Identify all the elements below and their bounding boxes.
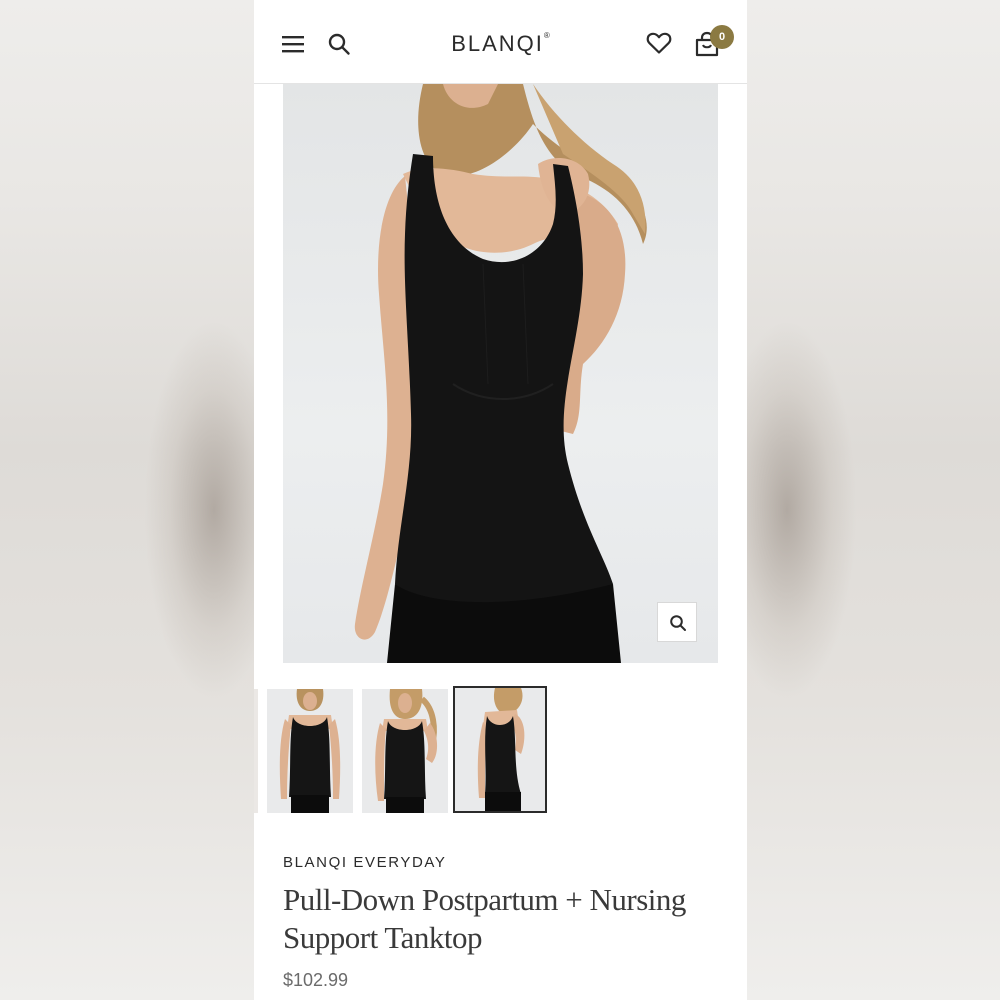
thumbnail-strip: [254, 686, 747, 817]
product-brand[interactable]: BLANQI EVERYDAY: [283, 854, 447, 871]
thumbnail-2[interactable]: [362, 689, 448, 813]
cart-count-badge[interactable]: 0: [710, 25, 734, 49]
zoom-button[interactable]: [657, 602, 697, 642]
product-price: $102.99: [283, 970, 349, 990]
product-photo: [354, 84, 647, 663]
product-main-image[interactable]: [283, 84, 718, 663]
site-header: BLANQI® 0: [254, 0, 747, 84]
product-title: Pull-Down Postpartum + Nursing Support T…: [283, 882, 686, 955]
blurred-background-left: [0, 0, 284, 1000]
thumbnail-1[interactable]: [267, 689, 353, 813]
thumbnail-3-active[interactable]: [453, 686, 547, 813]
blurred-background-right: [717, 0, 1000, 1000]
zoom-icon: [670, 615, 686, 631]
brand-logo[interactable]: BLANQI®: [254, 31, 747, 57]
heart-icon[interactable]: [646, 31, 672, 55]
mobile-page: BLANQI® 0 BLANQI EVERYDAY Pull-Down Post…: [254, 0, 747, 1000]
thumbnail-partial[interactable]: [254, 689, 258, 813]
